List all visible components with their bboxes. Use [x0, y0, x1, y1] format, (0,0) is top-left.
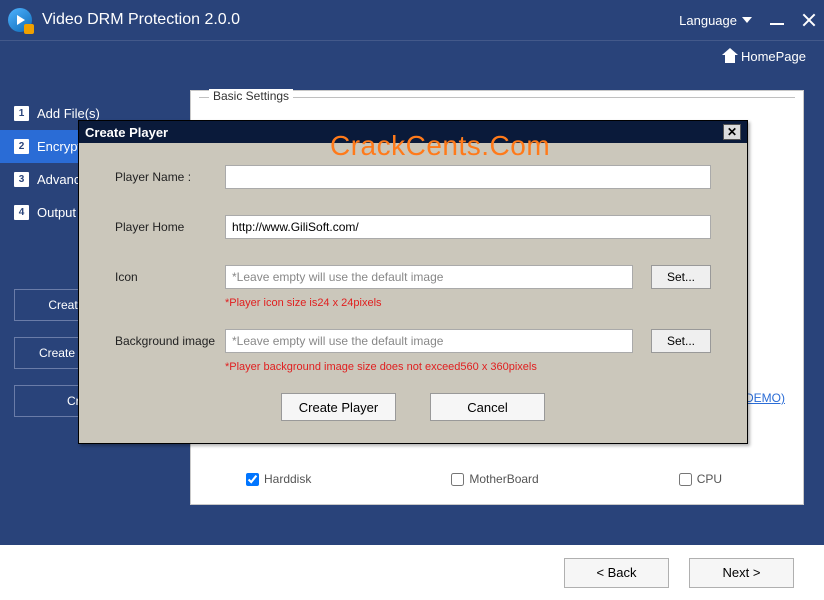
footer: < Back Next >: [0, 545, 824, 600]
section-label: Basic Settings: [209, 89, 293, 103]
icon-label: Icon: [115, 270, 225, 284]
bg-input[interactable]: [225, 329, 633, 353]
next-button[interactable]: Next >: [689, 558, 794, 588]
cpu-check[interactable]: CPU: [679, 472, 722, 486]
motherboard-check[interactable]: MotherBoard: [451, 472, 538, 486]
icon-hint: *Player icon size is24 x 24pixels: [225, 297, 711, 309]
icon-input[interactable]: [225, 265, 633, 289]
player-name-label: Player Name :: [115, 170, 225, 184]
titlebar: Video DRM Protection 2.0.0 Language: [0, 0, 824, 40]
icon-set-button[interactable]: Set...: [651, 265, 711, 289]
create-player-button[interactable]: Create Player: [281, 393, 396, 421]
dialog-titlebar: Create Player ✕: [79, 121, 747, 143]
home-icon: [723, 51, 737, 63]
language-dropdown[interactable]: Language: [679, 13, 752, 28]
linkbar: HomePage: [0, 40, 824, 72]
minimize-icon: [770, 23, 784, 25]
homepage-link[interactable]: HomePage: [723, 49, 806, 64]
dialog-close-button[interactable]: ✕: [723, 124, 741, 140]
homepage-label: HomePage: [741, 49, 806, 64]
bg-hint: *Player background image size does not e…: [225, 361, 711, 373]
bg-label: Background image: [115, 334, 225, 348]
minimize-button[interactable]: [770, 15, 784, 25]
close-button[interactable]: [802, 13, 816, 27]
player-home-label: Player Home: [115, 220, 225, 234]
bg-set-button[interactable]: Set...: [651, 329, 711, 353]
app-icon: [8, 8, 32, 32]
language-label: Language: [679, 13, 737, 28]
chevron-down-icon: [742, 17, 752, 23]
back-button[interactable]: < Back: [564, 558, 669, 588]
player-name-input[interactable]: [225, 165, 711, 189]
dialog-title: Create Player: [85, 125, 168, 140]
create-player-dialog: Create Player ✕ Player Name : Player Hom…: [78, 120, 748, 444]
player-home-input[interactable]: [225, 215, 711, 239]
cancel-button[interactable]: Cancel: [430, 393, 545, 421]
harddisk-check[interactable]: Harddisk: [246, 472, 311, 486]
close-icon: [802, 13, 816, 27]
app-title: Video DRM Protection 2.0.0: [42, 11, 240, 29]
